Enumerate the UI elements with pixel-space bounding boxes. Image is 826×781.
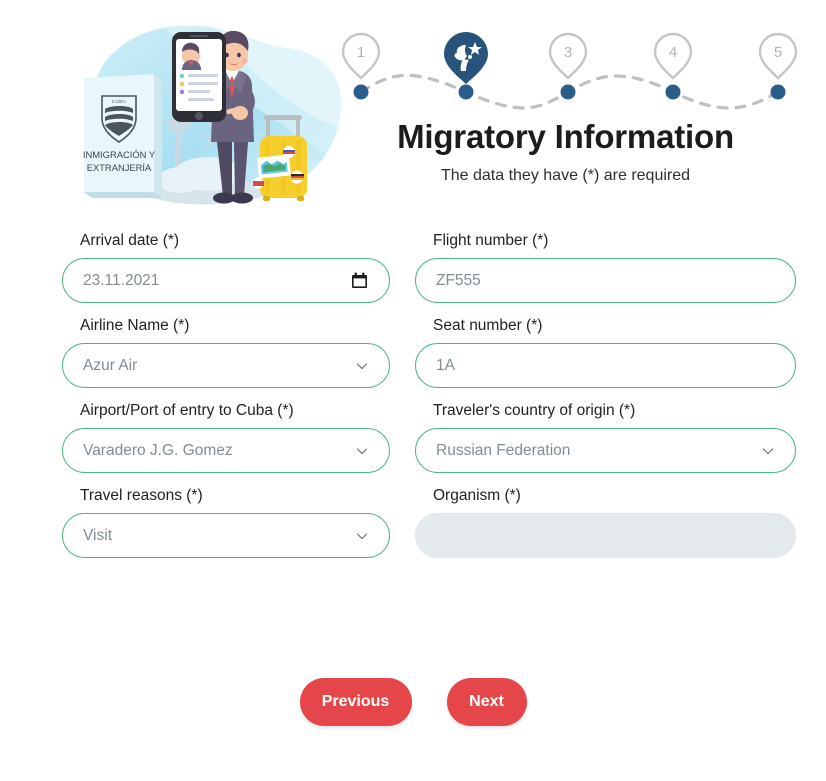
organism-input bbox=[415, 513, 796, 558]
form-actions: Previous Next bbox=[0, 678, 826, 726]
stepper-dot-2 bbox=[458, 84, 474, 100]
seat-number-value: 1A bbox=[436, 356, 455, 374]
migratory-information-page: CUBA INMIGRACIÓN Y EXTRANJERÍA 1 3 4 5 M… bbox=[0, 0, 826, 781]
form-row: Arrival date (*) 23.11.2021 Flight numbe… bbox=[0, 232, 826, 303]
field-label: Arrival date (*) bbox=[80, 232, 180, 249]
sign-line-2: EXTRANJERÍA bbox=[87, 162, 152, 173]
stepper-step-1-label: 1 bbox=[357, 44, 365, 61]
field-seat-number: Seat number (*) 1A bbox=[415, 317, 826, 388]
travel-reasons-select[interactable]: Visit bbox=[62, 513, 390, 558]
flight-number-input[interactable]: ZF555 bbox=[415, 258, 796, 303]
arrival-date-input[interactable]: 23.11.2021 bbox=[62, 258, 390, 303]
stepper-step-4[interactable]: 4 bbox=[653, 32, 693, 100]
stepper-step-2[interactable] bbox=[444, 32, 488, 100]
field-airport-of-entry: Airport/Port of entry to Cuba (*) Varade… bbox=[0, 402, 415, 473]
map-pin-icon bbox=[444, 32, 488, 84]
page-subtitle: The data they have (*) are required bbox=[440, 166, 691, 184]
field-label: Airport/Port of entry to Cuba (*) bbox=[80, 402, 294, 419]
arrival-date-value: 23.11.2021 bbox=[83, 271, 160, 289]
form-row: Travel reasons (*) Visit Organism (*) bbox=[0, 487, 826, 558]
field-label: Seat number (*) bbox=[433, 317, 543, 334]
airport-of-entry-select[interactable]: Varadero J.G. Gomez bbox=[62, 428, 390, 473]
migratory-information-form: Arrival date (*) 23.11.2021 Flight numbe… bbox=[0, 232, 826, 572]
field-organism: Organism (*) bbox=[415, 487, 826, 558]
field-airline-name: Airline Name (*) Azur Air bbox=[0, 317, 415, 388]
field-label: Airline Name (*) bbox=[80, 317, 190, 334]
field-country-of-origin: Traveler's country of origin (*) Russian… bbox=[415, 402, 826, 473]
stepper-step-1[interactable]: 1 bbox=[341, 32, 381, 100]
previous-button[interactable]: Previous bbox=[299, 678, 412, 726]
svg-text:CUBA: CUBA bbox=[112, 99, 127, 104]
airline-name-select[interactable]: Azur Air bbox=[62, 343, 390, 388]
stepper-dot-1 bbox=[353, 84, 369, 100]
chevron-down-icon[interactable] bbox=[356, 445, 368, 457]
travel-reasons-value: Visit bbox=[83, 526, 113, 544]
country-of-origin-value: Russian Federation bbox=[436, 441, 571, 459]
stepper-dot-3 bbox=[560, 84, 576, 100]
header-block: Migratory Information The data they have… bbox=[338, 118, 793, 185]
field-label: Organism (*) bbox=[433, 487, 521, 504]
stepper-step-3-label: 3 bbox=[564, 44, 572, 61]
migration-illustration: CUBA INMIGRACIÓN Y EXTRANJERÍA bbox=[58, 14, 348, 219]
sign-line-1: INMIGRACIÓN Y bbox=[83, 149, 156, 160]
immigration-sign: CUBA INMIGRACIÓN Y EXTRANJERÍA bbox=[83, 74, 162, 198]
stepper-step-3[interactable]: 3 bbox=[548, 32, 588, 100]
form-row: Airline Name (*) Azur Air Seat number (*… bbox=[0, 317, 826, 388]
calendar-icon[interactable] bbox=[351, 272, 368, 289]
flight-number-value: ZF555 bbox=[436, 271, 481, 289]
field-flight-number: Flight number (*) ZF555 bbox=[415, 232, 826, 303]
field-arrival-date: Arrival date (*) 23.11.2021 bbox=[0, 232, 415, 303]
phone-illustration bbox=[172, 32, 226, 122]
country-of-origin-select[interactable]: Russian Federation bbox=[415, 428, 796, 473]
chevron-down-icon[interactable] bbox=[356, 360, 368, 372]
next-button[interactable]: Next bbox=[446, 678, 527, 726]
stepper-step-4-label: 4 bbox=[669, 44, 677, 61]
airport-of-entry-value: Varadero J.G. Gomez bbox=[83, 441, 233, 459]
field-label: Traveler's country of origin (*) bbox=[433, 402, 636, 419]
field-travel-reasons: Travel reasons (*) Visit bbox=[0, 487, 415, 558]
form-row: Airport/Port of entry to Cuba (*) Varade… bbox=[0, 402, 826, 473]
progress-stepper[interactable]: 1 3 4 5 bbox=[330, 22, 810, 112]
stepper-step-5-label: 5 bbox=[774, 44, 782, 61]
stepper-dot-4 bbox=[665, 84, 681, 100]
stepper-step-5[interactable]: 5 bbox=[758, 32, 798, 100]
chevron-down-icon[interactable] bbox=[762, 445, 774, 457]
chevron-down-icon[interactable] bbox=[356, 530, 368, 542]
page-title: Migratory Information bbox=[397, 118, 734, 155]
field-label: Flight number (*) bbox=[433, 232, 549, 249]
field-label: Travel reasons (*) bbox=[80, 487, 203, 504]
seat-number-input[interactable]: 1A bbox=[415, 343, 796, 388]
stepper-dot-5 bbox=[770, 84, 786, 100]
airline-name-value: Azur Air bbox=[83, 356, 138, 374]
